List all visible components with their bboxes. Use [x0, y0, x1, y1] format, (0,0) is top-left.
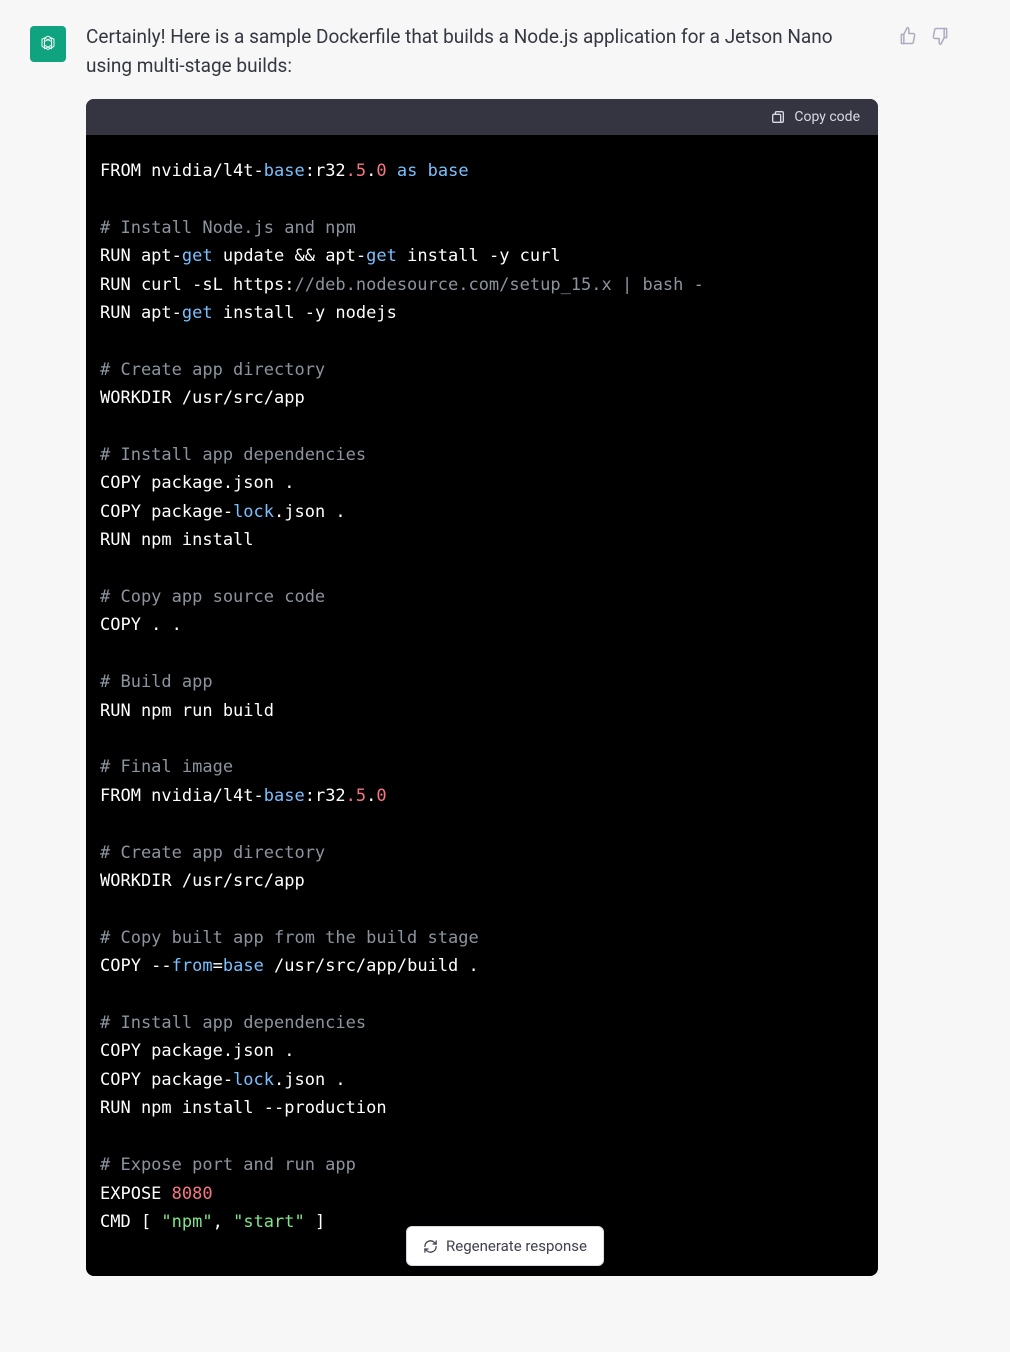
regenerate-label: Regenerate response [446, 1237, 587, 1255]
copy-code-label: Copy code [794, 109, 860, 125]
copy-code-button[interactable]: Copy code [770, 109, 860, 125]
code-content[interactable]: FROM nvidia/l4t-base:r32.5.0 as base # I… [86, 135, 878, 1276]
refresh-icon [423, 1239, 438, 1254]
thumbs-up-icon [898, 26, 918, 46]
code-block-header: Copy code [86, 99, 878, 135]
assistant-message: Certainly! Here is a sample Dockerfile t… [86, 22, 878, 1276]
regenerate-response-button[interactable]: Regenerate response [406, 1226, 604, 1266]
assistant-avatar [30, 26, 66, 62]
assistant-intro-text: Certainly! Here is a sample Dockerfile t… [86, 22, 878, 81]
thumbs-down-icon [930, 26, 950, 46]
code-block: Copy code FROM nvidia/l4t-base:r32.5.0 a… [86, 99, 878, 1276]
feedback-buttons [898, 26, 950, 46]
clipboard-icon [770, 109, 786, 125]
thumbs-up-button[interactable] [898, 26, 918, 46]
thumbs-down-button[interactable] [930, 26, 950, 46]
openai-logo-icon [36, 32, 60, 56]
